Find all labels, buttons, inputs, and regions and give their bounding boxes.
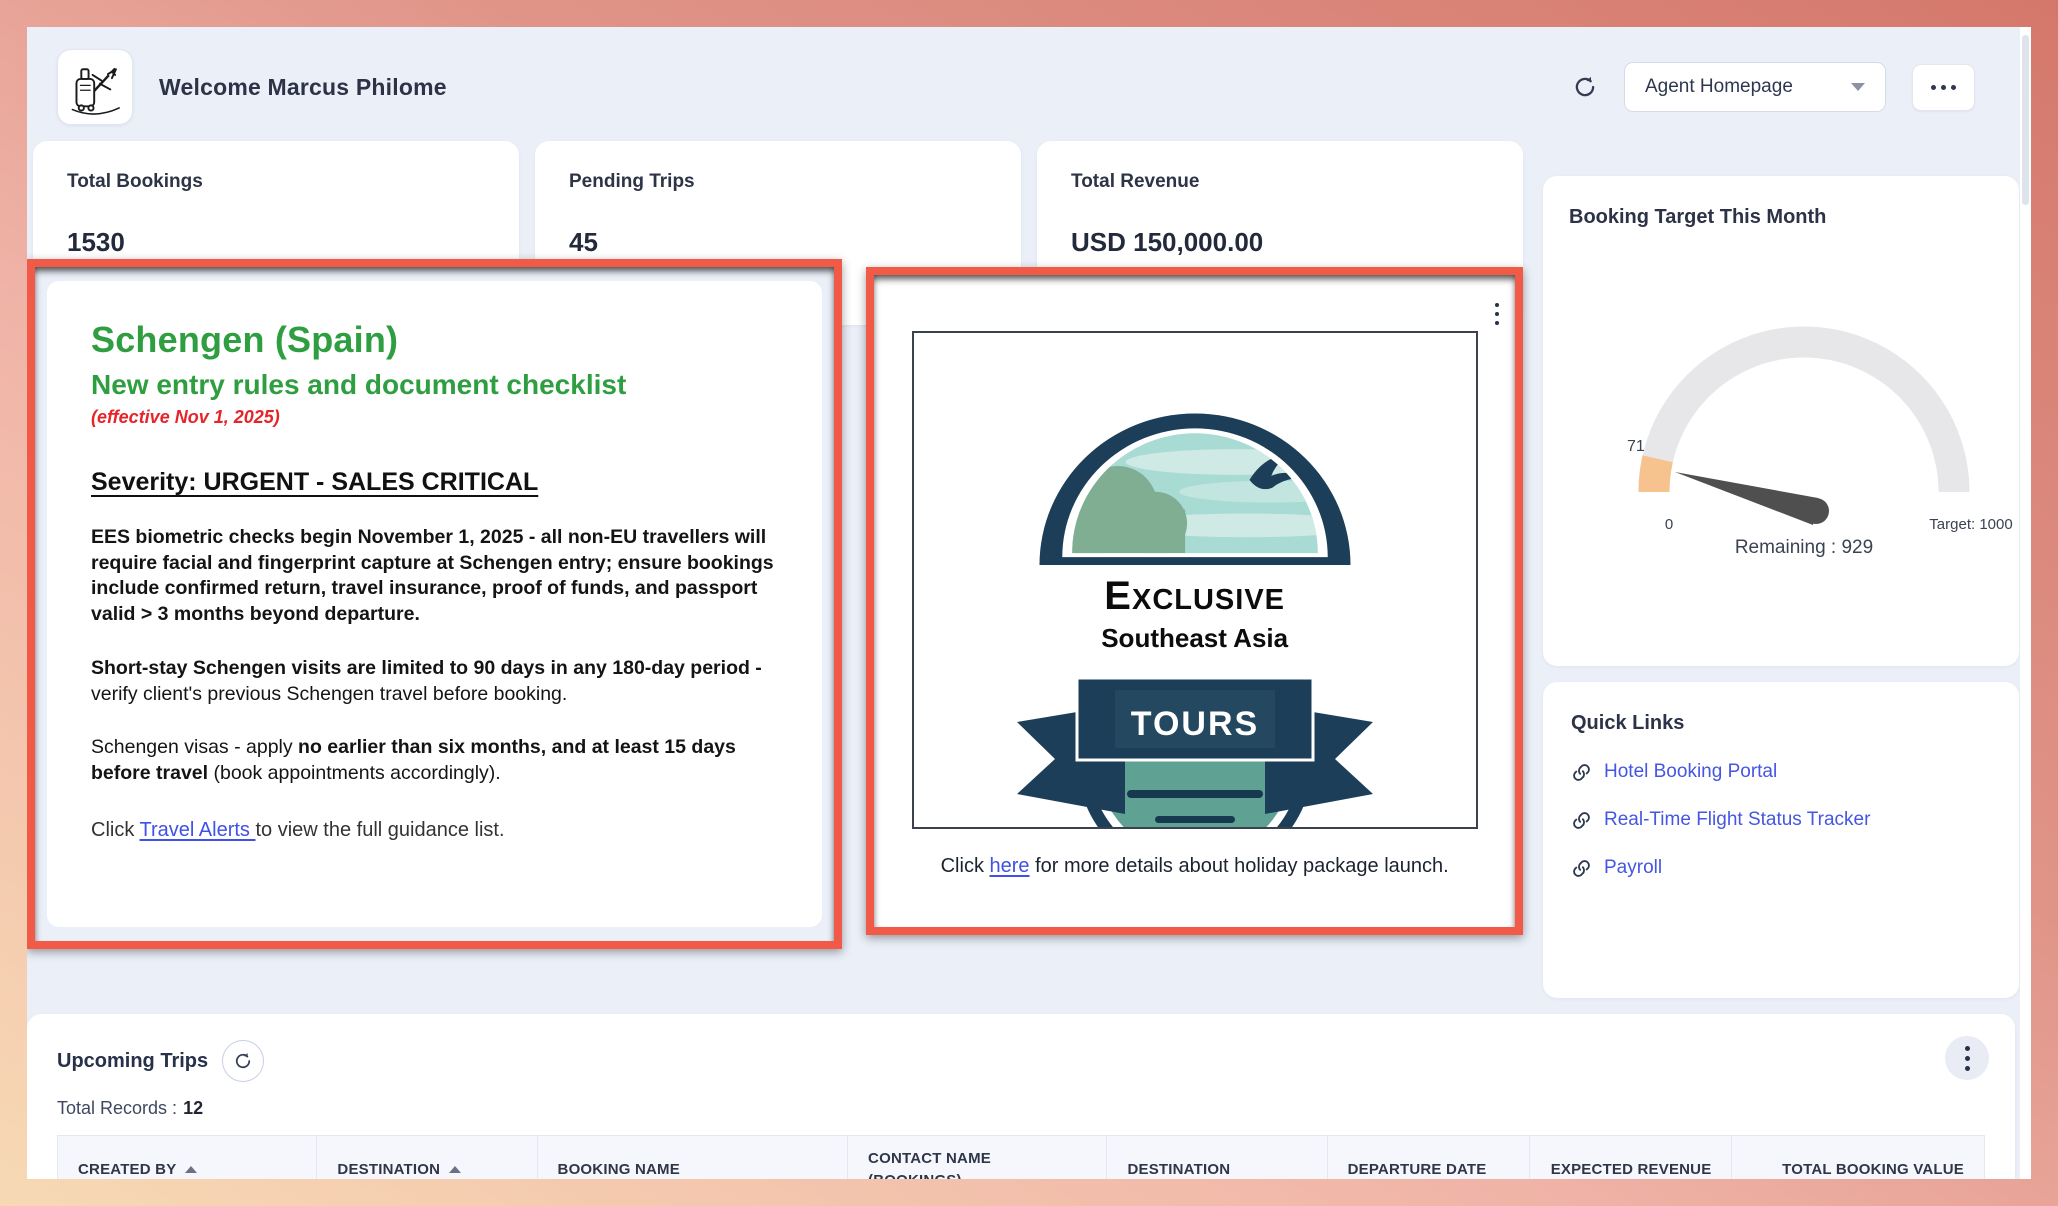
col-total-booking-value: TOTAL BOOKING VALUE — [1732, 1136, 1984, 1179]
stat-label: Total Bookings — [67, 171, 485, 193]
travel-logo-icon — [66, 58, 124, 116]
stat-label: Total Revenue — [1071, 171, 1489, 193]
total-records: Total Records :12 — [57, 1098, 1985, 1119]
stat-label: Pending Trips — [569, 171, 987, 193]
promo-here-link[interactable]: here — [990, 855, 1030, 877]
alert-subtitle: New entry rules and document checklist — [91, 369, 778, 401]
link-icon — [1571, 810, 1592, 831]
trips-table-header: CREATED BY DESTINATION BOOKING NAME CONT… — [58, 1136, 1984, 1179]
more-options-button[interactable] — [1912, 64, 1975, 111]
quick-link-label: Payroll — [1604, 857, 1662, 879]
header-controls: Agent Homepage — [1572, 62, 2001, 112]
link-icon — [1571, 762, 1592, 783]
badge-ribbon-text: TOURS — [1130, 705, 1258, 743]
agent-homepage: Welcome Marcus Philome Agent Homepage — [27, 27, 2031, 1179]
upcoming-trips-title: Upcoming Trips — [57, 1050, 208, 1073]
col-contact-name: CONTACT NAME (BOOKINGS) — [848, 1136, 1107, 1179]
travel-alert-panel: Schengen (Spain) New entry rules and doc… — [47, 281, 822, 927]
tours-badge: EXCLUSIVE Southeast Asia — [960, 359, 1430, 829]
view-selector-value: Agent Homepage — [1645, 76, 1793, 98]
gauge-value-label: 71 — [1627, 438, 1645, 455]
upcoming-trips-widget: Upcoming Trips Total Records :12 CREATED… — [27, 1014, 2015, 1179]
gauge-needle — [1675, 472, 1818, 525]
highlight-box-travel-alert: Schengen (Spain) New entry rules and doc… — [27, 259, 842, 949]
quick-link-hotel-booking[interactable]: Hotel Booking Portal — [1571, 761, 1991, 783]
quick-link-label: Real-Time Flight Status Tracker — [1604, 809, 1870, 831]
stat-value: USD 150,000.00 — [1071, 227, 1489, 258]
refresh-icon[interactable] — [1572, 74, 1598, 100]
quick-link-label: Hotel Booking Portal — [1604, 761, 1777, 783]
gauge-target-label: Target: 1000 — [1929, 516, 2012, 533]
refresh-icon — [233, 1051, 253, 1071]
gauge-min-label: 0 — [1665, 516, 1673, 533]
promo-kebab-menu[interactable] — [1495, 303, 1499, 325]
scrollbar[interactable] — [2020, 27, 2031, 1179]
booking-target-widget: Booking Target This Month 71 0 Target: 1… — [1543, 176, 2019, 666]
trips-refresh-button[interactable] — [222, 1040, 264, 1082]
col-expected-revenue: EXPECTED REVENUE — [1530, 1136, 1732, 1179]
highlight-box-promo: EXCLUSIVE Southeast Asia — [866, 267, 1523, 935]
promo-caption: Click here for more details about holida… — [874, 855, 1515, 878]
annotation-frame: Welcome Marcus Philome Agent Homepage — [0, 0, 2058, 1206]
chevron-down-icon — [1851, 83, 1865, 91]
sort-asc-icon — [449, 1166, 461, 1173]
travel-alerts-link[interactable]: Travel Alerts — [140, 819, 256, 841]
col-destination-2: DESTINATION — [1107, 1136, 1327, 1179]
main-content: Total Bookings 1530 Pending Trips 45 Tot… — [27, 141, 2031, 998]
alert-title: Schengen (Spain) — [91, 319, 778, 361]
scrollbar-thumb[interactable] — [2022, 35, 2029, 205]
app-logo — [57, 49, 133, 125]
trips-kebab-menu[interactable] — [1945, 1036, 1989, 1080]
badge-line1: EXCLUSIVE — [960, 574, 1430, 619]
gauge-title: Booking Target This Month — [1569, 206, 1993, 229]
page-title: Welcome Marcus Philome — [159, 74, 447, 101]
alert-cta: Click Travel Alerts to view the full gui… — [91, 819, 778, 842]
highlighted-panels: Schengen (Spain) New entry rules and doc… — [27, 259, 1523, 949]
quick-links-widget: Quick Links Hotel Booking Portal — [1543, 682, 2019, 998]
alert-paragraph-3: Schengen visas - apply no earlier than s… — [91, 735, 778, 786]
stat-value: 1530 — [67, 227, 485, 258]
trips-table: CREATED BY DESTINATION BOOKING NAME CONT… — [57, 1135, 1985, 1179]
gauge-remaining-label: Remaining : 929 — [1735, 537, 1873, 557]
promo-image: EXCLUSIVE Southeast Asia — [912, 331, 1478, 829]
view-selector-dropdown[interactable]: Agent Homepage — [1624, 62, 1886, 112]
alert-paragraph-2: Short-stay Schengen visits are limited t… — [91, 656, 778, 707]
sort-asc-icon — [185, 1166, 197, 1173]
booking-target-gauge: 71 0 Target: 1000 Remaining : 929 — [1569, 287, 2031, 557]
stat-value: 45 — [569, 227, 987, 258]
quick-links-title: Quick Links — [1571, 712, 1991, 735]
badge-dome-illustration — [960, 359, 1430, 567]
col-destination[interactable]: DESTINATION — [317, 1136, 537, 1179]
link-icon — [1571, 858, 1592, 879]
alert-paragraph-1: EES biometric checks begin November 1, 2… — [91, 525, 778, 628]
alert-effective-date: (effective Nov 1, 2025) — [91, 407, 778, 428]
quick-link-flight-tracker[interactable]: Real-Time Flight Status Tracker — [1571, 809, 1991, 831]
badge-ribbon-illustration: TOURS — [960, 664, 1430, 829]
col-created-by[interactable]: CREATED BY — [58, 1136, 317, 1179]
col-departure-date: DEPARTURE DATE — [1328, 1136, 1530, 1179]
badge-line2: Southeast Asia — [960, 623, 1430, 654]
col-booking-name: BOOKING NAME — [538, 1136, 849, 1179]
quick-link-payroll[interactable]: Payroll — [1571, 857, 1991, 879]
alert-severity: Severity: URGENT - SALES CRITICAL — [91, 468, 778, 497]
header: Welcome Marcus Philome Agent Homepage — [27, 27, 2031, 141]
